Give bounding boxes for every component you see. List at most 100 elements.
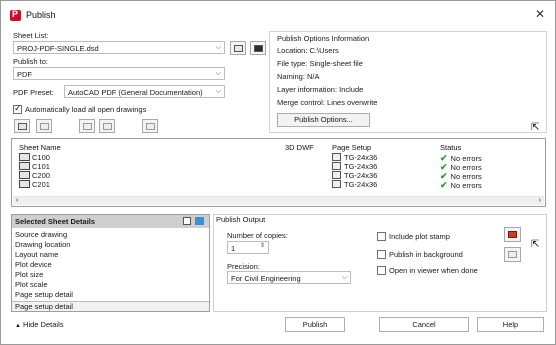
- detail-plot-size: Plot size: [15, 270, 44, 279]
- move-up-icon: [83, 123, 92, 130]
- publish-options-heading: Publish Options Information: [277, 34, 370, 43]
- col-sheet-name[interactable]: Sheet Name: [19, 143, 61, 152]
- plot-stamp-icon: [508, 231, 517, 238]
- precision-label: Precision:: [227, 262, 260, 271]
- file-type-info: File type: Single-sheet file: [277, 59, 363, 68]
- sheet-icon: [19, 171, 30, 179]
- pdf-preset-value: AutoCAD PDF (General Documentation): [68, 88, 203, 97]
- publish-background-checkbox[interactable]: [377, 250, 386, 259]
- sheet-list-label: Sheet List:: [13, 31, 49, 40]
- info-icon[interactable]: [195, 217, 204, 225]
- details-heading: Selected Sheet Details: [12, 215, 209, 228]
- page-setup-icon: [332, 153, 341, 161]
- checkmark-icon: ✔: [440, 180, 448, 190]
- window-title: Publish: [26, 10, 56, 20]
- auto-load-checkbox[interactable]: [13, 103, 22, 114]
- include-stamp-checkbox[interactable]: [377, 232, 386, 241]
- settings-icon: [508, 251, 517, 258]
- add-sheets-button[interactable]: [14, 119, 30, 133]
- chevron-down-icon: ⌵: [215, 88, 221, 95]
- publish-output-group: [213, 214, 547, 312]
- sheet-name: C201: [19, 180, 50, 189]
- detail-page-setup: Page setup detail: [15, 290, 73, 299]
- mouse-cursor-icon: ⇱: [531, 122, 540, 133]
- pdf-preset-select[interactable]: AutoCAD PDF (General Documentation) ⌵: [64, 85, 225, 98]
- mouse-cursor-icon: ⇱: [531, 239, 540, 250]
- include-stamp-label: Include plot stamp: [389, 232, 450, 241]
- auto-load-label: Automatically load all open drawings: [25, 105, 147, 114]
- sheet-icon: [19, 180, 30, 188]
- sheet-name: C200: [19, 171, 50, 180]
- preview-icon: [146, 123, 155, 130]
- sheet-name: C101: [19, 162, 50, 171]
- page-setup: TG-24x36: [332, 171, 377, 180]
- sheet-list-select[interactable]: PROJ-PDF-SINGLE.dsd ⌵: [13, 41, 225, 54]
- copy-details-icon[interactable]: [183, 217, 191, 225]
- details-footer: Page setup detail: [12, 301, 209, 311]
- app-icon: [10, 9, 21, 21]
- chevron-down-icon: ⌵: [341, 274, 347, 281]
- sheet-icon: [19, 162, 30, 170]
- page-setup: TG-24x36: [332, 180, 377, 189]
- precision-select[interactable]: For Civil Engineering ⌵: [227, 271, 351, 284]
- naming-info: Naming: N/A: [277, 72, 320, 81]
- background-settings-button[interactable]: [504, 247, 521, 262]
- location-info: Location: C:\Users: [277, 46, 339, 55]
- close-icon[interactable]: ✕: [535, 7, 545, 21]
- scroll-left-icon[interactable]: ‹: [16, 197, 18, 204]
- publish-to-value: PDF: [17, 70, 32, 79]
- save-sheet-list-button[interactable]: [250, 41, 266, 55]
- open-viewer-checkbox[interactable]: [377, 266, 386, 275]
- publish-options-button[interactable]: Publish Options...: [277, 113, 370, 127]
- layer-info: Layer information: Include: [277, 85, 364, 94]
- status: ✔ No errors: [440, 180, 482, 190]
- copies-label: Number of copies:: [227, 231, 288, 240]
- copies-stepper[interactable]: 1 ⇕: [227, 241, 269, 254]
- plot-stamp-settings-button[interactable]: [504, 227, 521, 242]
- help-button[interactable]: Help: [477, 317, 544, 332]
- detail-layout-name: Layout name: [15, 250, 59, 259]
- col-page-setup[interactable]: Page Setup: [332, 143, 371, 152]
- col-status[interactable]: Status: [440, 143, 461, 152]
- load-sheet-list-button[interactable]: [230, 41, 246, 55]
- stepper-icon[interactable]: ⇕: [260, 242, 265, 249]
- merge-control-info: Merge control: Lines overwrite: [277, 98, 378, 107]
- cancel-button[interactable]: Cancel: [379, 317, 469, 332]
- detail-plot-scale: Plot scale: [15, 280, 48, 289]
- page-setup-icon: [332, 162, 341, 170]
- publish-to-select[interactable]: PDF ⌵: [13, 67, 225, 80]
- chevron-down-icon: ⌵: [215, 44, 221, 51]
- save-icon: [254, 45, 263, 52]
- page-setup: TG-24x36: [332, 162, 377, 171]
- chevron-down-icon: ⌵: [215, 70, 221, 77]
- remove-sheets-button[interactable]: [36, 119, 52, 133]
- folder-icon: [234, 45, 243, 52]
- page-setup-icon: [332, 171, 341, 179]
- publish-button[interactable]: Publish: [285, 317, 345, 332]
- hide-details-toggle[interactable]: ▲ Hide Details: [15, 320, 63, 329]
- page-setup-icon: [332, 180, 341, 188]
- open-viewer-label: Open in viewer when done: [389, 266, 478, 275]
- move-down-button[interactable]: [99, 119, 115, 133]
- publish-background-label: Publish in background: [389, 250, 463, 259]
- col-3d-dwf[interactable]: 3D DWF: [285, 143, 314, 152]
- detail-plot-device: Plot device: [15, 260, 52, 269]
- remove-sheets-icon: [40, 123, 49, 130]
- sheet-table: Sheet Name 3D DWF Page Setup Status C100…: [11, 138, 546, 207]
- sheet-icon: [19, 153, 30, 161]
- publish-output-heading: Publish Output: [216, 215, 266, 224]
- selected-sheet-details: Selected Sheet Details Source drawing Dr…: [11, 214, 210, 312]
- sheet-name: C100: [19, 153, 50, 162]
- horizontal-scrollbar[interactable]: ‹ ›: [13, 196, 544, 205]
- add-sheets-icon: [18, 123, 27, 130]
- page-setup: TG-24x36: [332, 153, 377, 162]
- pdf-preset-label: PDF Preset:: [13, 88, 54, 97]
- move-up-button[interactable]: [79, 119, 95, 133]
- precision-value: For Civil Engineering: [231, 274, 301, 283]
- preview-button[interactable]: [142, 119, 158, 133]
- sheet-list-value: PROJ-PDF-SINGLE.dsd: [17, 44, 99, 53]
- detail-source-drawing: Source drawing: [15, 230, 68, 239]
- copies-value: 1: [231, 244, 236, 253]
- title-bar: Publish ✕: [1, 1, 555, 29]
- scroll-right-icon[interactable]: ›: [539, 197, 541, 204]
